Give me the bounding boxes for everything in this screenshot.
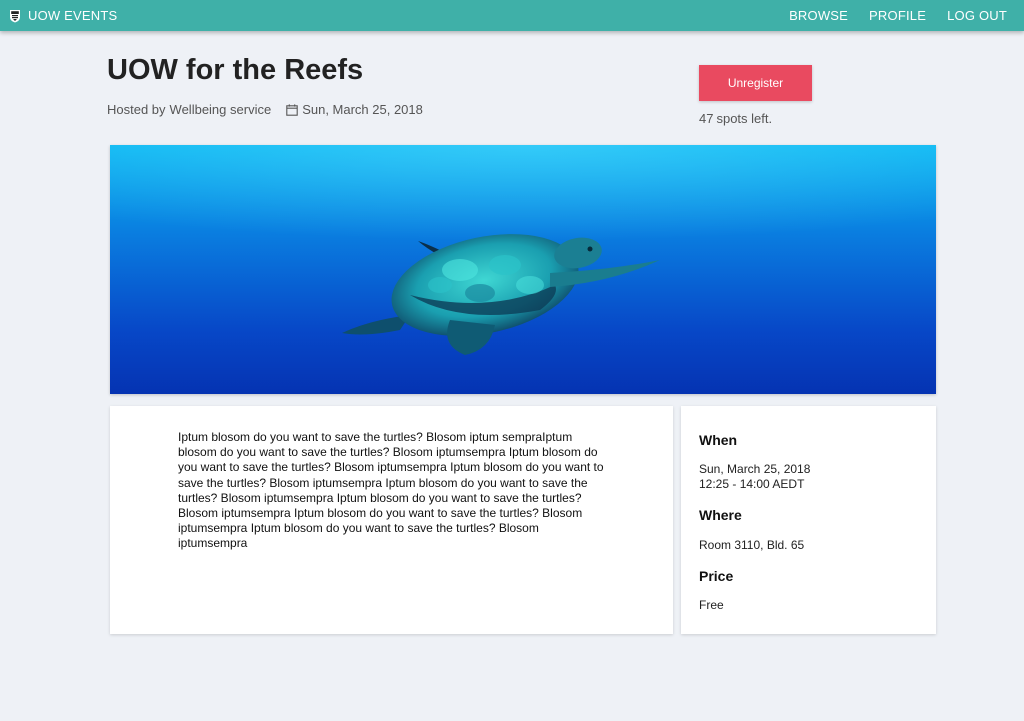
- event-meta: Hosted by Wellbeing service Sun, March 2…: [107, 102, 423, 117]
- description-card: Iptum blosom do you want to save the tur…: [110, 406, 673, 634]
- when-date: Sun, March 25, 2018: [699, 462, 811, 476]
- event-hero-image: [110, 145, 936, 394]
- brand-link[interactable]: UOW EVENTS: [8, 8, 117, 23]
- event-title: UOW for the Reefs: [107, 54, 364, 86]
- spots-suffix: spots left.: [716, 111, 773, 126]
- event-date: Sun, March 25, 2018: [302, 102, 423, 117]
- nav-links: BROWSE PROFILE LOG OUT: [768, 8, 1007, 23]
- when-time: 12:25 - 14:00 AEDT: [699, 477, 805, 491]
- uow-logo-icon: [8, 9, 22, 23]
- host-prefix: Hosted by: [107, 102, 166, 117]
- event-description: Iptum blosom do you want to save the tur…: [178, 430, 604, 551]
- when-heading: When: [699, 432, 738, 448]
- nav-profile-link[interactable]: PROFILE: [869, 8, 926, 23]
- unregister-button[interactable]: Unregister: [699, 65, 812, 101]
- spots-count: 47: [699, 111, 714, 126]
- price-heading: Price: [699, 568, 734, 584]
- where-value: Room 3110, Bld. 65: [699, 538, 805, 552]
- nav-logout-link[interactable]: LOG OUT: [947, 8, 1007, 23]
- host-name: Wellbeing service: [169, 102, 272, 117]
- brand-text: UOW EVENTS: [28, 8, 118, 23]
- top-navbar: UOW EVENTS BROWSE PROFILE LOG OUT: [0, 0, 1024, 31]
- calendar-icon: [286, 103, 298, 116]
- sea-turtle-image: [110, 145, 936, 394]
- spots-left: 47 spots left.: [699, 111, 772, 126]
- price-value: Free: [699, 598, 724, 612]
- where-heading: Where: [699, 507, 742, 523]
- nav-browse-link[interactable]: BROWSE: [789, 8, 848, 23]
- event-info-card: When Sun, March 25, 2018 12:25 - 14:00 A…: [681, 406, 936, 634]
